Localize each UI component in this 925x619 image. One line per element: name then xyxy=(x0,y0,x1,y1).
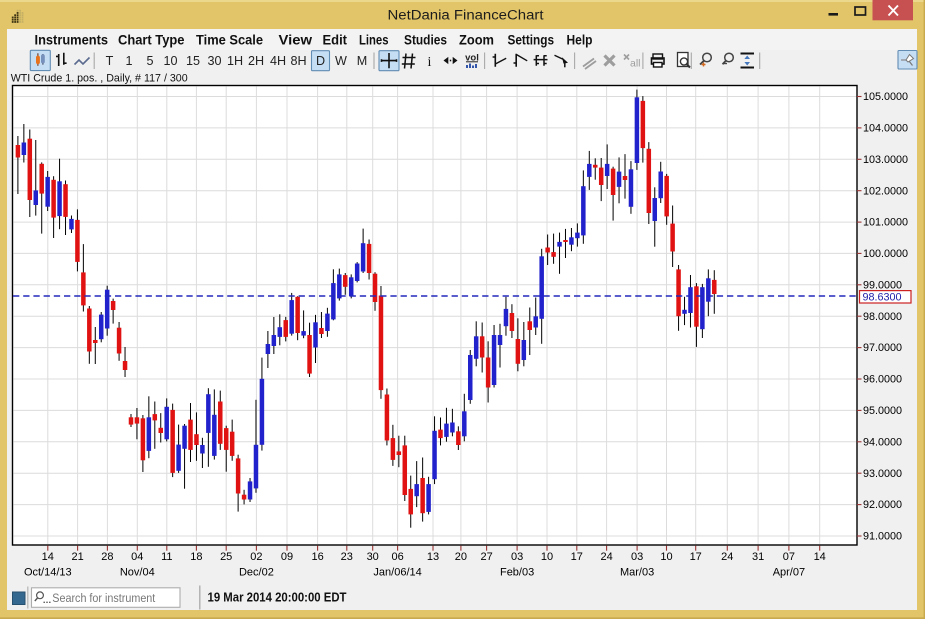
svg-text:20: 20 xyxy=(455,551,467,563)
svg-text:Chart Type: Chart Type xyxy=(118,32,185,47)
svg-text:92.0000: 92.0000 xyxy=(863,499,902,511)
svg-text:View: View xyxy=(279,32,313,47)
svg-text:23: 23 xyxy=(341,551,353,563)
svg-text:Edit: Edit xyxy=(323,32,348,47)
svg-text:Instruments: Instruments xyxy=(35,32,109,47)
svg-text:Feb/03: Feb/03 xyxy=(500,567,534,579)
svg-text:Jan/06/14: Jan/06/14 xyxy=(373,567,421,579)
svg-text:14: 14 xyxy=(814,551,826,563)
svg-text:8H: 8H xyxy=(290,54,306,68)
svg-text:03: 03 xyxy=(631,551,643,563)
svg-text:101.0000: 101.0000 xyxy=(863,217,908,229)
svg-text:98.0000: 98.0000 xyxy=(863,311,902,323)
svg-text:M: M xyxy=(357,54,368,68)
svg-text:19 Mar 2014 20:00:00 EDT: 19 Mar 2014 20:00:00 EDT xyxy=(208,590,347,605)
svg-text:Search for instrument: Search for instrument xyxy=(52,591,156,605)
svg-text:i: i xyxy=(428,55,432,70)
svg-text:4H: 4H xyxy=(270,54,286,68)
svg-text:Apr/07: Apr/07 xyxy=(773,567,805,579)
svg-text:17: 17 xyxy=(571,551,583,563)
svg-text:95.0000: 95.0000 xyxy=(863,405,902,417)
svg-text:102.0000: 102.0000 xyxy=(863,185,908,197)
svg-text:D: D xyxy=(316,54,325,68)
svg-text:24: 24 xyxy=(721,551,733,563)
svg-text:18: 18 xyxy=(190,551,202,563)
svg-text:06: 06 xyxy=(391,551,403,563)
svg-text:100.0000: 100.0000 xyxy=(863,248,908,260)
svg-text:93.0000: 93.0000 xyxy=(863,468,902,480)
svg-text:15: 15 xyxy=(186,54,200,68)
svg-text:16: 16 xyxy=(311,551,323,563)
svg-text:5: 5 xyxy=(146,54,153,68)
svg-text:07: 07 xyxy=(783,551,795,563)
svg-text:03: 03 xyxy=(511,551,523,563)
svg-text:14: 14 xyxy=(42,551,54,563)
svg-text:105.0000: 105.0000 xyxy=(863,91,908,103)
svg-text:10: 10 xyxy=(541,551,553,563)
svg-text:24: 24 xyxy=(600,551,612,563)
svg-text:10: 10 xyxy=(660,551,672,563)
svg-text:Time Scale: Time Scale xyxy=(196,32,263,47)
svg-text:98.6300: 98.6300 xyxy=(863,292,902,304)
svg-text:Lines: Lines xyxy=(359,32,389,47)
svg-text:91.0000: 91.0000 xyxy=(863,531,902,543)
svg-text:1H: 1H xyxy=(227,54,243,68)
svg-text:30: 30 xyxy=(367,551,379,563)
svg-text:97.0000: 97.0000 xyxy=(863,342,902,354)
svg-text:94.0000: 94.0000 xyxy=(863,436,902,448)
svg-text:W: W xyxy=(335,54,347,68)
svg-text:1: 1 xyxy=(125,54,132,68)
svg-text:09: 09 xyxy=(281,551,293,563)
svg-text:103.0000: 103.0000 xyxy=(863,154,908,166)
svg-text:NetDania FinanceChart: NetDania FinanceChart xyxy=(388,8,544,24)
svg-text:04: 04 xyxy=(131,551,143,563)
svg-text:104.0000: 104.0000 xyxy=(863,123,908,135)
svg-text:WTI Crude 1. pos. , Daily, # 1: WTI Crude 1. pos. , Daily, # 117 / 300 xyxy=(11,73,188,85)
svg-text:99.0000: 99.0000 xyxy=(863,279,902,291)
svg-text:Zoom: Zoom xyxy=(459,32,494,47)
svg-text:Settings: Settings xyxy=(508,32,555,47)
svg-text:25: 25 xyxy=(220,551,232,563)
svg-text:11: 11 xyxy=(161,551,172,563)
svg-text:Oct/14/13: Oct/14/13 xyxy=(24,567,72,579)
svg-text:21: 21 xyxy=(71,551,83,563)
svg-text:27: 27 xyxy=(480,551,492,563)
svg-text:31: 31 xyxy=(752,551,764,563)
svg-text:30: 30 xyxy=(207,54,221,68)
svg-text:T: T xyxy=(106,54,114,68)
svg-text:Dec/02: Dec/02 xyxy=(239,567,274,579)
svg-text:Help: Help xyxy=(567,32,593,47)
svg-text:10: 10 xyxy=(163,54,177,68)
svg-text:all: all xyxy=(630,58,641,70)
svg-text:Nov/04: Nov/04 xyxy=(120,567,155,579)
svg-text:2H: 2H xyxy=(248,54,264,68)
svg-text:17: 17 xyxy=(690,551,702,563)
svg-text:Mar/03: Mar/03 xyxy=(620,567,654,579)
svg-text:96.0000: 96.0000 xyxy=(863,374,902,386)
svg-text:28: 28 xyxy=(101,551,113,563)
svg-text:13: 13 xyxy=(427,551,439,563)
svg-text:02: 02 xyxy=(250,551,262,563)
svg-text:Studies: Studies xyxy=(404,32,447,47)
